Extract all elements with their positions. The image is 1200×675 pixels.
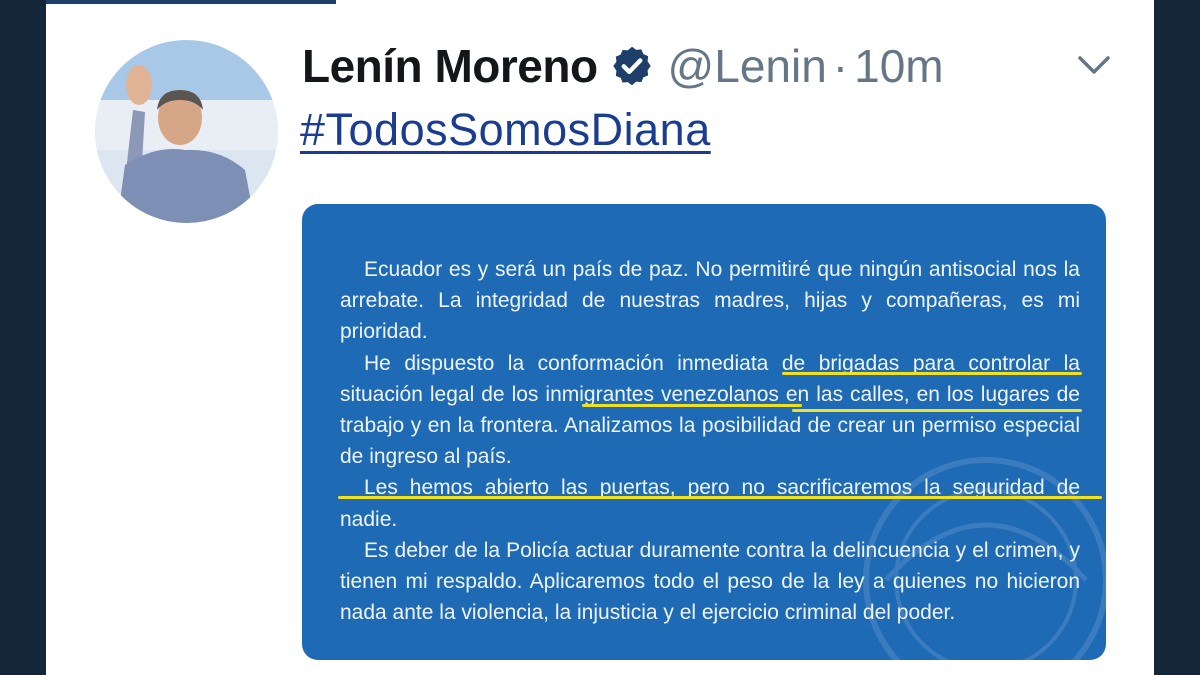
highlight-mark xyxy=(782,372,1082,375)
avatar[interactable] xyxy=(95,40,278,223)
tweet-card: Lenín Moreno @Lenin · 10m #TodosSomosDia… xyxy=(46,0,1154,675)
timestamp[interactable]: 10m xyxy=(854,39,943,93)
statement-paragraph: Ecuador es y será un país de paz. No per… xyxy=(340,258,1080,344)
chevron-down-icon[interactable] xyxy=(1074,50,1114,80)
hashtag-link[interactable]: #TodosSomosDiana xyxy=(300,104,711,156)
verified-badge-icon xyxy=(612,46,651,86)
statement-paragraph: Es deber de la Policía actuar duramente … xyxy=(340,538,1080,625)
highlight-mark xyxy=(338,496,1102,499)
author-name[interactable]: Lenín Moreno xyxy=(302,39,598,93)
tweet-image[interactable]: Ecuador es y será un país de paz. No per… xyxy=(302,204,1106,660)
statement-text: Ecuador es y será un país de paz. No per… xyxy=(340,254,1080,628)
statement-paragraph: Les hemos abierto las puertas, pero no s… xyxy=(340,476,1080,531)
highlight-mark xyxy=(582,404,802,407)
top-divider xyxy=(46,0,336,4)
highlight-mark xyxy=(792,409,1082,412)
author-handle[interactable]: @Lenin xyxy=(668,39,827,93)
separator-dot: · xyxy=(832,40,849,92)
tweet-header: Lenín Moreno @Lenin · 10m xyxy=(302,38,944,94)
avatar-photo xyxy=(95,40,278,223)
